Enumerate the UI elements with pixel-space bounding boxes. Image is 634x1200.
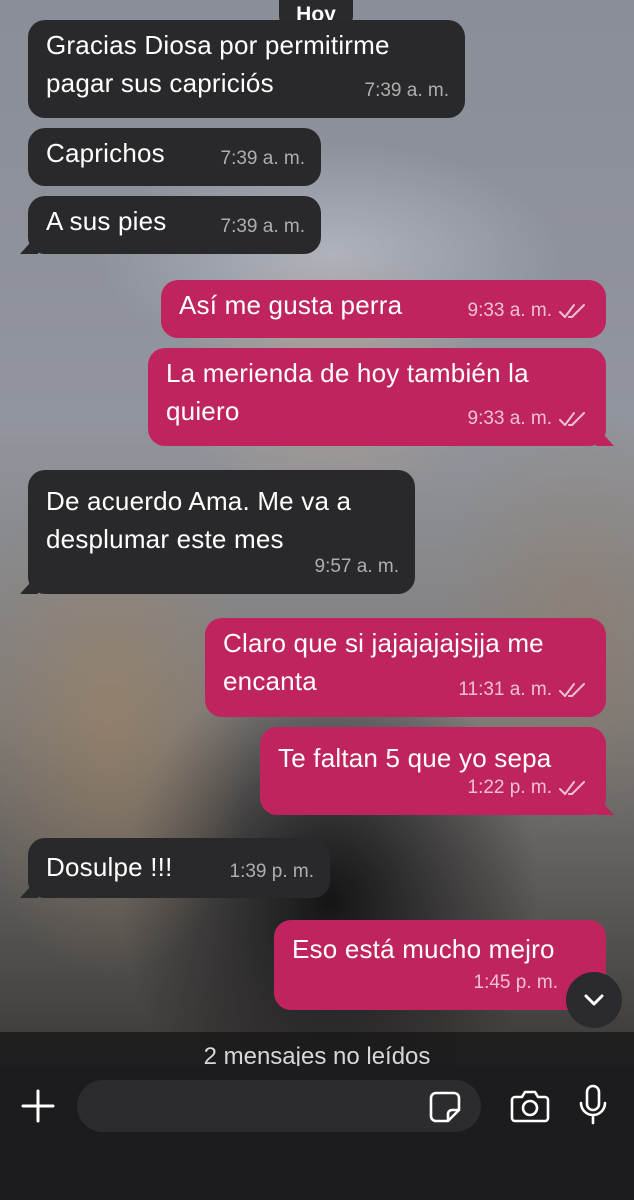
double-check-icon: [559, 304, 585, 318]
message-time: 9:57 a. m.: [314, 556, 400, 577]
scroll-to-bottom-button[interactable]: [566, 972, 622, 1028]
message-text: Claro que si jajajajajsjja me: [223, 628, 544, 658]
message-time: 7:39 a. m.: [220, 148, 306, 169]
message-bubble-incoming[interactable]: Gracias Diosa por permitirme pagar sus c…: [28, 20, 465, 118]
message-time: 7:39 a. m.: [364, 80, 450, 101]
unread-messages-banner[interactable]: 2 mensajes no leídos: [0, 1032, 634, 1066]
camera-icon: [510, 1090, 550, 1123]
message-input[interactable]: [77, 1080, 481, 1132]
attach-button[interactable]: [20, 1088, 56, 1124]
message-time: 7:39 a. m.: [220, 216, 306, 237]
message-bubble-incoming[interactable]: Caprichos 7:39 a. m.: [28, 128, 321, 186]
plus-icon: [21, 1089, 55, 1123]
message-time: 9:33 a. m.: [467, 300, 553, 321]
double-check-icon: [559, 412, 585, 426]
microphone-icon: [579, 1084, 607, 1125]
message-bubble-incoming[interactable]: Dosulpe !!! 1:39 p. m.: [20, 838, 330, 898]
sticker-icon: [429, 1091, 461, 1123]
message-bubble-outgoing[interactable]: Eso está mucho mejro 1:45 p. m.: [274, 920, 614, 1010]
sticker-button[interactable]: [428, 1090, 462, 1124]
message-time: 11:31 a. m.: [458, 679, 552, 700]
message-time: 1:39 p. m.: [229, 861, 315, 882]
microphone-button[interactable]: [578, 1084, 608, 1126]
message-time: 9:33 a. m.: [467, 408, 553, 429]
message-bubble-outgoing[interactable]: Claro que si jajajajajsjja me encanta 11…: [205, 618, 606, 717]
message-bubble-outgoing[interactable]: Te faltan 5 que yo sepa 1:22 p. m.: [260, 727, 614, 815]
double-check-icon: [559, 683, 585, 697]
message-text: Eso está mucho mejro: [292, 934, 555, 964]
message-bubble-outgoing[interactable]: Así me gusta perra 9:33 a. m.: [161, 280, 606, 338]
unread-messages-label: 2 mensajes no leídos: [203, 1043, 431, 1066]
chevron-down-icon: [584, 994, 604, 1006]
message-text: La merienda de hoy también la: [166, 358, 529, 388]
message-time: 1:45 p. m.: [473, 972, 559, 993]
message-text: De acuerdo Ama. Me va a: [46, 486, 352, 516]
message-bubble-outgoing[interactable]: La merienda de hoy también la quiero 9:3…: [148, 348, 614, 446]
double-check-icon: [559, 781, 585, 795]
message-bubble-incoming[interactable]: De acuerdo Ama. Me va a desplumar este m…: [20, 470, 415, 594]
message-time: 1:22 p. m.: [467, 777, 553, 798]
camera-button[interactable]: [509, 1088, 551, 1124]
message-bubble-incoming[interactable]: A sus pies 7:39 a. m.: [20, 196, 321, 254]
message-text: Gracias Diosa por permitirme: [46, 30, 390, 60]
